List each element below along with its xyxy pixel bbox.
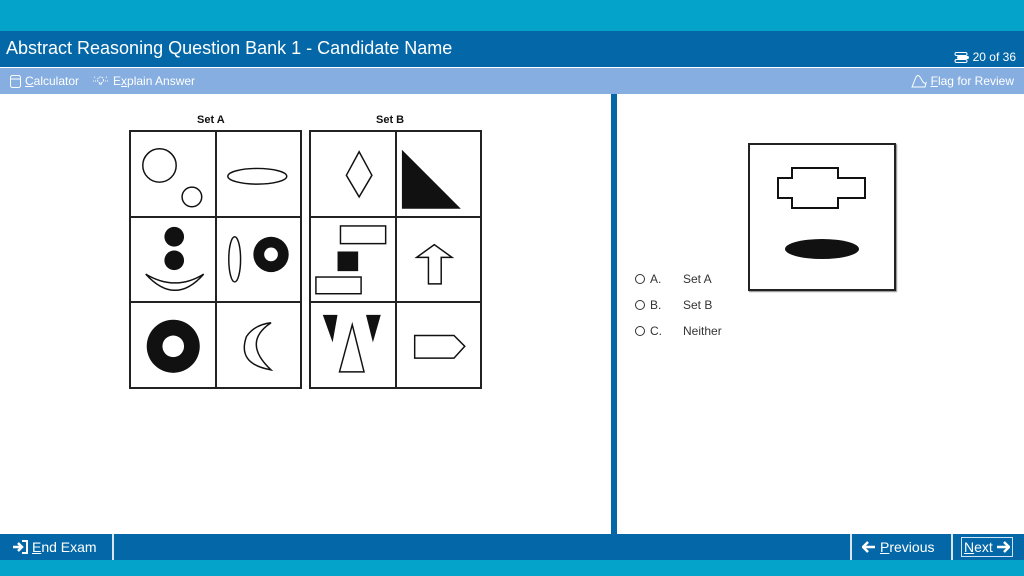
set-b-grid xyxy=(309,130,482,389)
next-button[interactable]: Next xyxy=(961,534,1013,560)
previous-label: revious xyxy=(889,539,935,555)
calculator-icon xyxy=(10,74,21,88)
option-a[interactable]: A. Set A xyxy=(635,272,712,286)
arrow-right-icon xyxy=(996,541,1010,553)
radio-b[interactable] xyxy=(635,300,645,310)
question-figure-shapes xyxy=(777,167,866,259)
explain-answer-button[interactable]: Explain Answer xyxy=(92,74,195,88)
set-a-cell-crescent xyxy=(215,302,301,388)
exit-icon xyxy=(13,540,28,554)
end-exam-label-u: E xyxy=(32,539,42,555)
set-a-cell-ellipse-ring xyxy=(215,216,301,303)
question-list-icon xyxy=(954,51,969,63)
option-a-letter: A. xyxy=(650,272,662,286)
option-b-text: Set B xyxy=(683,298,713,312)
calculator-label-u: C xyxy=(25,74,34,88)
footer-separator xyxy=(112,534,114,560)
set-a-cell-black-ring xyxy=(130,302,216,388)
explain-label: plain Answer xyxy=(127,74,196,88)
counter-text: 20 of 36 xyxy=(972,50,1016,64)
end-exam-label: nd Exam xyxy=(41,539,97,555)
next-label: ext xyxy=(974,539,993,555)
set-b-cell-diamond xyxy=(310,131,396,217)
set-a-label: Set A xyxy=(197,114,225,126)
flag-icon xyxy=(910,75,927,88)
title-bar: Abstract Reasoning Question Bank 1 - Can… xyxy=(0,31,1024,67)
explain-label-pre: E xyxy=(113,74,122,88)
arrow-left-icon xyxy=(862,541,875,553)
previous-label-u: P xyxy=(880,539,890,555)
next-label-u: N xyxy=(964,539,975,555)
set-b-label: Set B xyxy=(376,114,405,126)
set-a-cell-dots-smile xyxy=(130,216,216,303)
set-a-cell-ellipse xyxy=(215,131,301,217)
set-b-cell-rectangles xyxy=(310,216,396,303)
exam-window: Abstract Reasoning Question Bank 1 - Can… xyxy=(0,31,1024,560)
option-b[interactable]: B. Set B xyxy=(635,298,712,312)
previous-button[interactable]: Previous xyxy=(862,534,934,560)
footer-separator xyxy=(951,534,953,560)
flag-label-u: F xyxy=(930,74,938,88)
exam-title: Abstract Reasoning Question Bank 1 - Can… xyxy=(6,38,453,58)
radio-c[interactable] xyxy=(635,326,645,336)
footer-separator xyxy=(850,534,852,560)
end-exam-button[interactable]: End Exam xyxy=(12,534,97,560)
flag-for-review-button[interactable]: Flag for Review xyxy=(910,74,1014,88)
set-b-cell-triangles xyxy=(310,302,396,388)
bottom-bar: End Exam Previous Next xyxy=(0,534,1024,560)
flag-label: lag for Review xyxy=(937,74,1014,88)
option-b-letter: B. xyxy=(650,298,662,312)
toolbar: Calculator Explain Answer Flag for Revie… xyxy=(0,68,1024,94)
set-a-grid xyxy=(129,130,302,389)
set-a-cell-two-circles xyxy=(130,131,216,217)
radio-a[interactable] xyxy=(635,274,645,284)
calculator-label: alculator xyxy=(33,74,80,88)
option-c-text: Neither xyxy=(683,324,722,338)
calculator-button[interactable]: Calculator xyxy=(10,74,79,88)
question-counter[interactable]: 20 of 36 xyxy=(954,50,1016,64)
question-figure xyxy=(748,143,896,291)
puzzle-panel: Set A Set B xyxy=(0,94,611,534)
set-b-cell-triangle xyxy=(395,131,481,217)
set-b-cell-up-arrow xyxy=(395,216,481,303)
question-panel: A. Set A B. Set B C. Neither xyxy=(617,94,1024,534)
option-a-text: Set A xyxy=(683,272,712,286)
option-c[interactable]: C. Neither xyxy=(635,324,722,338)
lightbulb-icon xyxy=(93,76,108,85)
set-b-cell-pentagon-arrow xyxy=(395,302,481,388)
option-c-letter: C. xyxy=(650,324,662,338)
